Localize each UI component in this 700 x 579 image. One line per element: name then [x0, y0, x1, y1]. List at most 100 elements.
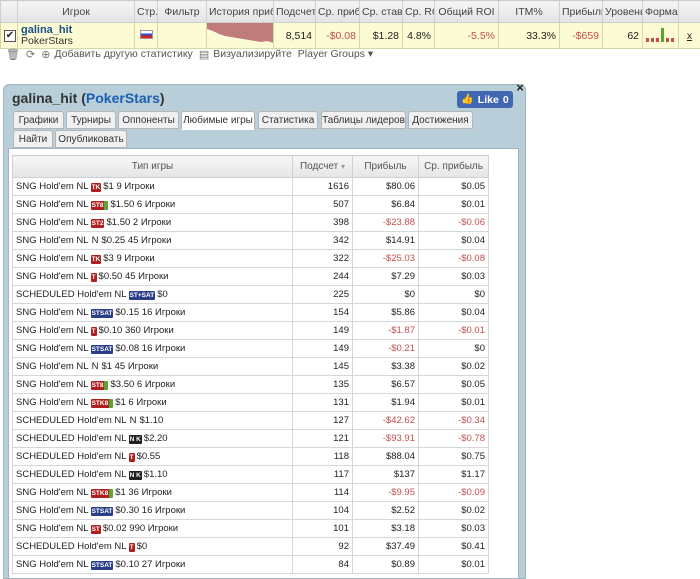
- game-row[interactable]: SNG Hold'em NL STK8 $1 36 Игроки 114 -$9.95-…: [12, 483, 517, 502]
- row-checkbox[interactable]: ✔: [4, 30, 16, 42]
- game-row[interactable]: SCHEDULED Hold'em NL T $0.55 118 $88.04 $0.75: [12, 447, 517, 466]
- game-count-cell: 342: [292, 231, 353, 250]
- game-row[interactable]: SCHEDULED Hold'em NL ST+SAT $0 225 $0 $0: [12, 285, 517, 304]
- game-badge-icon: ST: [90, 525, 101, 534]
- game-type-cell: SNG Hold'em NL ST $0.02 990 Игроки: [12, 519, 293, 538]
- game-name: SNG Hold'em NL: [16, 217, 89, 228]
- game-row[interactable]: SNG Hold'em NL TK $3 9 Игроки 322 -$25.03 -$0…: [12, 249, 517, 268]
- game-row-pad: [489, 484, 517, 502]
- game-description: $1 45 Игроки: [101, 361, 159, 372]
- header-games-avg-profit[interactable]: Ср. прибыль: [418, 155, 489, 178]
- game-name: SCHEDULED Hold'em NL: [16, 433, 127, 444]
- delete-button[interactable]: 🗑: [6, 48, 20, 61]
- header-extra: [678, 0, 700, 23]
- tab-leaderboards[interactable]: Таблицы лидеров: [321, 111, 406, 129]
- header-profit[interactable]: Прибыль: [559, 0, 603, 23]
- header-player[interactable]: Игрок: [17, 0, 135, 23]
- header-profit-history[interactable]: История приб: [206, 0, 274, 23]
- game-row-pad: [489, 268, 517, 286]
- game-row[interactable]: SNG Hold'em NL ST8 $3.50 6 Игроки 135 $6.57 $…: [12, 375, 517, 394]
- tab-opponents[interactable]: Оппоненты: [118, 111, 179, 129]
- game-row-pad: [489, 214, 517, 232]
- game-avg-profit-cell: $1.17: [418, 465, 489, 484]
- header-games-count-label: Подсчет: [299, 161, 339, 172]
- game-description: $0.15 16 Игроки: [115, 307, 186, 318]
- game-badge-icon: ST8: [90, 381, 109, 390]
- panel-site-link[interactable]: PokerStars: [86, 90, 160, 106]
- game-description: $1 9 Игроки: [103, 181, 155, 192]
- header-filter[interactable]: Фильтр: [157, 0, 207, 23]
- game-profit-cell: $80.06: [352, 177, 419, 196]
- tab-statistics[interactable]: Статистика: [258, 111, 318, 129]
- game-avg-profit-cell: $0.02: [418, 357, 489, 376]
- header-game-type[interactable]: Тип игры: [12, 155, 293, 178]
- game-row[interactable]: SNG Hold'em NL T $0.50 45 Игроки 244 $7.29 $0…: [12, 267, 517, 286]
- game-description: $0: [136, 541, 148, 552]
- game-count-cell: 121: [292, 429, 353, 448]
- header-country[interactable]: Стр.: [134, 0, 158, 23]
- game-row[interactable]: SNG Hold'em NL ST $0.02 990 Игроки 101 $3.18…: [12, 519, 517, 538]
- header-form[interactable]: Форма: [642, 0, 679, 23]
- game-type-cell: SNG Hold'em NL N $0.25 45 Игроки: [12, 231, 293, 250]
- close-panel-icon[interactable]: ×: [514, 81, 526, 94]
- game-row-pad: [489, 556, 517, 574]
- game-avg-profit-cell: $0: [418, 285, 489, 304]
- facebook-like-button[interactable]: 👍 Like 0: [457, 91, 513, 108]
- game-row[interactable]: SNG Hold'em NL STSAT $0.30 16 Игроки 104 $2.…: [12, 501, 517, 520]
- game-row[interactable]: SNG Hold'em NL N $1 45 Игроки 145 $3.38 $0.02: [12, 357, 517, 376]
- game-row[interactable]: SCHEDULED Hold'em NL N K $1.10 117 $137 $1.17: [12, 465, 517, 484]
- game-row[interactable]: SNG Hold'em NL STSAT $0.15 16 Игроки 154 $5.…: [12, 303, 517, 322]
- game-profit-cell: $137: [352, 465, 419, 484]
- tab-find[interactable]: Найти: [13, 130, 53, 148]
- tab-charts[interactable]: Графики: [13, 111, 64, 129]
- header-games-count[interactable]: Подсчет ▾: [292, 155, 353, 178]
- header-itm[interactable]: ITM%: [498, 0, 560, 23]
- game-row[interactable]: SNG Hold'em NL T $0.10 360 Игроки 149 -$1.87…: [12, 321, 517, 340]
- game-avg-profit-cell: -$0.34: [418, 411, 489, 430]
- tab-achievements[interactable]: Достижения: [408, 111, 473, 129]
- game-name: SNG Hold'em NL: [16, 307, 89, 318]
- game-description: $0.55: [136, 451, 161, 462]
- game-count-cell: 244: [292, 267, 353, 286]
- game-row[interactable]: SNG Hold'em NL N $0.25 45 Игроки 342 $14.91 $…: [12, 231, 517, 250]
- tab-favorite-games[interactable]: Любимые игры: [181, 111, 255, 130]
- game-row[interactable]: SCHEDULED Hold'em NL N K $2.20 121 -$93.91 -$…: [12, 429, 517, 448]
- game-row[interactable]: SNG Hold'em NL ST2 $1.50 2 Игроки 398 -$23.8…: [12, 213, 517, 232]
- header-level[interactable]: Уровень: [602, 0, 643, 23]
- remove-link[interactable]: x: [687, 30, 692, 42]
- game-profit-cell: $0: [352, 285, 419, 304]
- game-avg-profit-cell: -$0.06: [418, 213, 489, 232]
- favorite-games-table: Тип игры Подсчет ▾ Прибыль Ср. прибыль S…: [12, 155, 517, 574]
- header-avg-roi[interactable]: Ср. ROI: [402, 0, 435, 23]
- header-total-roi[interactable]: Общий ROI: [434, 0, 499, 23]
- player-groups-dropdown[interactable]: Player Groups ▾: [298, 48, 373, 60]
- game-name: SNG Hold'em NL: [16, 253, 89, 264]
- refresh-button[interactable]: ⟳: [26, 48, 35, 61]
- game-description: $1.50 2 Игроки: [106, 217, 172, 228]
- game-row[interactable]: SNG Hold'em NL STSAT $0.08 16 Игроки 149 -$0…: [12, 339, 517, 358]
- game-type-cell: SNG Hold'em NL ST8 $3.50 6 Игроки: [12, 375, 293, 394]
- game-count-cell: 104: [292, 501, 353, 520]
- header-games-profit[interactable]: Прибыль: [352, 155, 419, 178]
- header-avg-profit[interactable]: Ср. приб: [315, 0, 360, 23]
- header-count[interactable]: Подсчет: [273, 0, 316, 23]
- game-profit-cell: $88.04: [352, 447, 419, 466]
- visualize-button[interactable]: ▤ Визуализируйте: [199, 48, 292, 61]
- game-profit-cell: $6.57: [352, 375, 419, 394]
- tab-tournaments[interactable]: Турниры: [66, 111, 116, 129]
- game-row[interactable]: SCHEDULED Hold'em NL N $1.10 127 -$42.62 -$0.…: [12, 411, 517, 430]
- header-avg-stake[interactable]: Ср. став: [359, 0, 403, 23]
- game-row[interactable]: SNG Hold'em NL TK $1 9 Игроки 1616 $80.06 $0.…: [12, 177, 517, 196]
- add-stats-button[interactable]: ⊕ Добавить другую статистику: [41, 48, 193, 61]
- game-badge-icon: N: [91, 361, 99, 372]
- game-type-cell: SCHEDULED Hold'em NL N K $1.10: [12, 465, 293, 484]
- add-stats-label: Добавить другую статистику: [54, 48, 193, 60]
- game-row[interactable]: SNG Hold'em NL ST8 $1.50 6 Игроки 507 $6.84 $…: [12, 195, 517, 214]
- header-games-pad: [488, 155, 517, 178]
- tab-publish[interactable]: Опубликовать: [55, 130, 127, 148]
- game-row[interactable]: SNG Hold'em NL STSAT $0.10 27 Игроки 84 $0.8…: [12, 555, 517, 574]
- game-type-cell: SNG Hold'em NL STK8 $1 36 Игроки: [12, 483, 293, 502]
- game-row[interactable]: SNG Hold'em NL STK8 $1 6 Игроки 131 $1.94 $0.…: [12, 393, 517, 412]
- game-row[interactable]: SCHEDULED Hold'em NL T $0 92 $37.49 $0.41: [12, 537, 517, 556]
- game-profit-cell: $5.86: [352, 303, 419, 322]
